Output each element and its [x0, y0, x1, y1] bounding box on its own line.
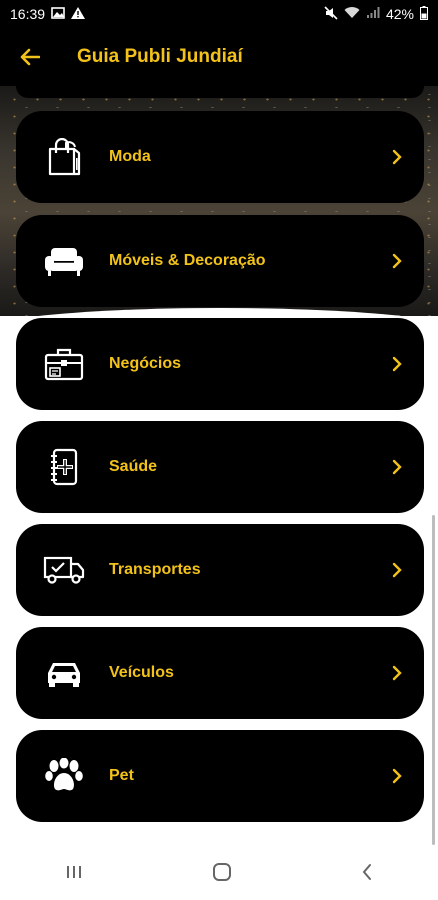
recent-apps-icon: [66, 865, 81, 878]
battery-icon: [420, 5, 428, 23]
briefcase-icon: [42, 344, 86, 384]
category-label: Móveis & Decoração: [109, 252, 266, 269]
scrollbar[interactable]: [432, 515, 435, 845]
category-label: Negócios: [109, 355, 182, 372]
category-card-moda[interactable]: Moda: [16, 111, 424, 203]
back-button[interactable]: [0, 28, 60, 86]
warning-icon: [71, 6, 86, 22]
truck-icon: [42, 550, 86, 590]
signal-icon: [366, 6, 380, 22]
category-card-veiculos[interactable]: Veículos: [16, 627, 424, 719]
recent-apps-button[interactable]: [65, 864, 83, 885]
category-label: Pet: [109, 767, 134, 784]
chevron-left-icon: [362, 863, 372, 880]
system-navigation-bar: [0, 848, 438, 900]
page-title: Guia Publi Jundiaí: [77, 46, 243, 67]
home-icon: [212, 862, 231, 881]
chevron-right-icon: [390, 148, 404, 166]
status-time: 16:39: [10, 6, 46, 22]
status-bar: 16:39 42%: [0, 0, 438, 28]
app-bar: Guia Publi Jundiaí: [0, 28, 438, 86]
chevron-right-icon: [390, 767, 404, 785]
chevron-right-icon: [390, 458, 404, 476]
car-icon: [42, 653, 86, 693]
category-label: Saúde: [109, 458, 158, 475]
system-back-button[interactable]: [361, 863, 373, 886]
category-card-partial[interactable]: [16, 86, 424, 98]
category-label: Transportes: [109, 561, 201, 578]
paw-icon: [42, 756, 86, 796]
image-notification-icon: [51, 6, 65, 22]
health-notebook-icon: [42, 447, 86, 487]
shopping-bag-icon: [42, 137, 86, 177]
home-button[interactable]: [212, 862, 232, 887]
category-card-saude[interactable]: Saúde: [16, 421, 424, 513]
category-card-pet[interactable]: Pet: [16, 730, 424, 822]
category-card-negocios[interactable]: Negócios: [16, 318, 424, 410]
chevron-right-icon: [390, 664, 404, 682]
sofa-icon: [42, 241, 86, 281]
arrow-left-icon: [20, 48, 40, 66]
chevron-right-icon: [390, 561, 404, 579]
battery-percent: 42%: [385, 6, 414, 22]
chevron-right-icon: [390, 252, 404, 270]
category-card-moveis-decoracao[interactable]: Móveis & Decoração: [16, 215, 424, 307]
mute-icon: [324, 5, 338, 23]
category-label: Moda: [109, 148, 151, 165]
chevron-right-icon: [390, 355, 404, 373]
category-label: Veículos: [109, 664, 174, 681]
wifi-icon: [344, 6, 360, 22]
category-card-transportes[interactable]: Transportes: [16, 524, 424, 616]
